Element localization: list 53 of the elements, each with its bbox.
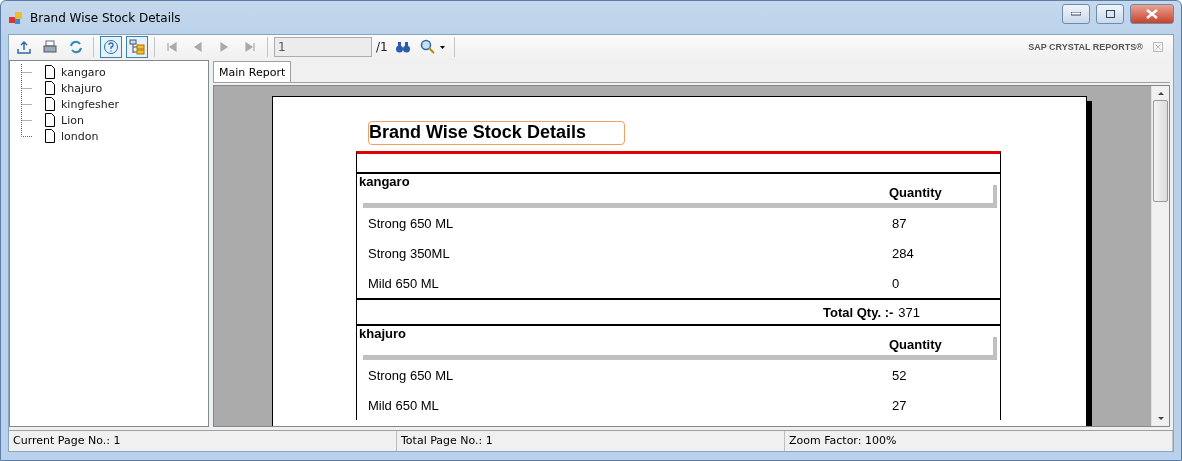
report-tab[interactable]: Main Report [213,61,292,82]
document-icon [44,129,56,143]
product-cell-text: Strong 650 ML [368,215,455,231]
column-header: Quantity [889,337,943,354]
tree-item[interactable]: kangaro [61,65,106,79]
app-icon [8,9,24,26]
printer-icon [42,39,58,55]
column-header: Quantity [889,185,943,202]
document-icon [44,65,56,79]
quantity-cell: 87 [892,215,907,231]
product-cell-text: Mild 650 ML [368,397,440,413]
close-icon [1146,8,1158,19]
minimize-button[interactable] [1062,3,1090,24]
close-button[interactable] [1130,3,1174,24]
tree-connector [20,64,32,80]
total-label: Total Qty. :- [823,304,894,320]
product-cell-text: Strong 650 ML [368,367,455,383]
product-cell-text: Mild 650 ML [368,275,440,291]
minimize-icon [1071,11,1081,16]
status-text: Current Page No.: 1 [9,431,397,451]
group-name: khajuro [358,326,407,341]
help-button[interactable] [100,36,122,58]
document-icon [44,81,56,95]
status-text: Total Page No.: 1 [397,431,785,451]
group-tree-button[interactable] [126,36,148,58]
last-page-icon [242,39,258,55]
quantity-cell: 284 [892,245,914,261]
quantity-cell: 27 [892,397,907,413]
scrollbar-thumb[interactable] [1153,100,1168,202]
quantity-cell: 0 [892,275,900,291]
tree-connector [20,96,32,112]
first-page-icon [164,39,180,55]
document-icon [44,97,56,111]
tree-item[interactable]: Lion [61,113,84,127]
maximize-button[interactable] [1096,3,1124,24]
tree-item[interactable]: kingfesher [61,97,119,111]
refresh-icon [68,39,84,55]
tree-item[interactable]: khajuro [61,81,103,95]
brand-label: SAP CRYSTAL REPORTS® [1028,42,1143,52]
vertical-scrollbar[interactable] [1151,86,1169,426]
group-name: kangaro [358,174,411,189]
tree-item[interactable]: london [61,129,99,143]
status-text: Zoom Factor: 100% [785,431,1173,451]
total-value: 371 [898,304,920,320]
page-number-field[interactable]: 1 [274,37,372,57]
document-icon [44,113,56,127]
window-title: Brand Wise Stock Details [30,10,182,25]
report-title: Brand Wise Stock Details [368,121,625,145]
page-count: /1 [376,40,388,54]
quantity-cell: 52 [892,367,907,383]
maximize-icon [1105,9,1115,18]
product-cell-text: Strong 350ML [368,245,451,261]
tree-connector [20,80,32,96]
